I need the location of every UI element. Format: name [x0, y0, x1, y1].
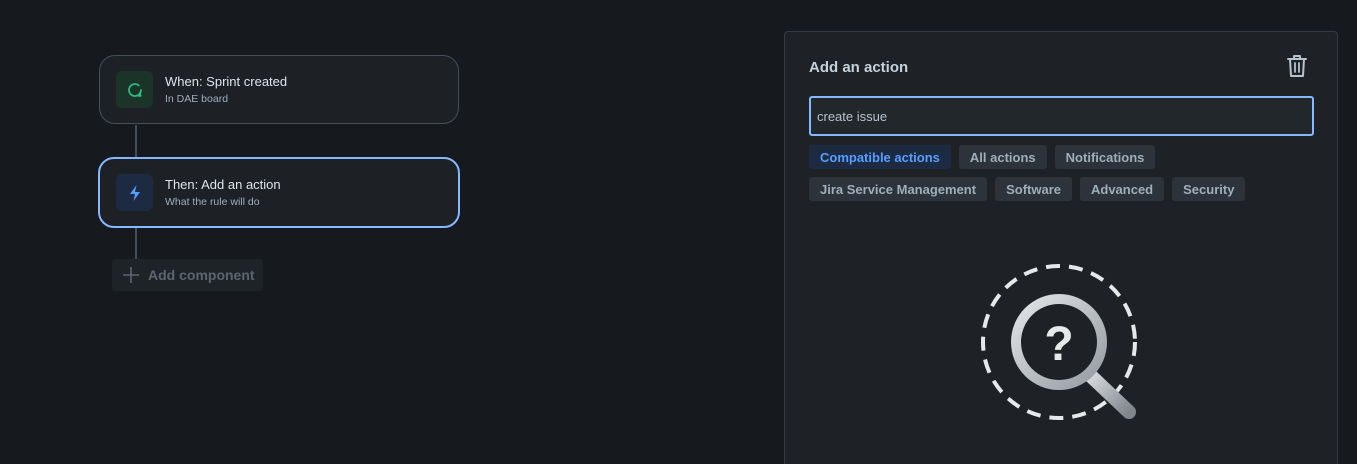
filter-software[interactable]: Software [995, 177, 1072, 201]
add-component-label: Add component [148, 267, 255, 283]
action-title: Then: Add an action [165, 176, 281, 192]
filter-jira-service-management[interactable]: Jira Service Management [809, 177, 988, 201]
flow-connector [135, 228, 137, 260]
add-component-button[interactable]: Add component [112, 259, 263, 291]
flow-connector [135, 125, 137, 157]
action-card[interactable]: Then: Add an action What the rule will d… [98, 157, 460, 228]
panel-title: Add an action [809, 59, 909, 76]
action-icon-box [116, 174, 153, 211]
filter-compatible-actions[interactable]: Compatible actions [809, 145, 951, 169]
add-action-panel: Add an action Compatible actions All act… [784, 31, 1338, 464]
trash-icon[interactable] [1285, 53, 1309, 84]
plus-icon [122, 266, 140, 284]
filter-security[interactable]: Security [1172, 177, 1246, 201]
action-search-input[interactable] [809, 96, 1314, 136]
automation-canvas: When: Sprint created In DAE board Then: … [0, 0, 1357, 464]
filter-notifications[interactable]: Notifications [1054, 145, 1156, 169]
action-subtitle: What the rule will do [165, 195, 260, 208]
lightning-icon [129, 184, 140, 201]
trigger-icon-box [116, 71, 153, 108]
trigger-card[interactable]: When: Sprint created In DAE board [99, 55, 459, 124]
filter-all-actions[interactable]: All actions [958, 145, 1047, 169]
refresh-icon [127, 82, 142, 97]
trigger-subtitle: In DAE board [165, 92, 229, 105]
filter-row-2: Jira Service Management Software Advance… [809, 177, 1314, 201]
magnifier-question-icon: ? [979, 262, 1149, 437]
filter-row-1: Compatible actions All actions Notificat… [809, 145, 1314, 169]
filter-chips: Compatible actions All actions Notificat… [809, 145, 1314, 209]
trigger-title: When: Sprint created [165, 73, 288, 89]
svg-text:?: ? [1044, 318, 1073, 371]
filter-advanced[interactable]: Advanced [1079, 177, 1165, 201]
